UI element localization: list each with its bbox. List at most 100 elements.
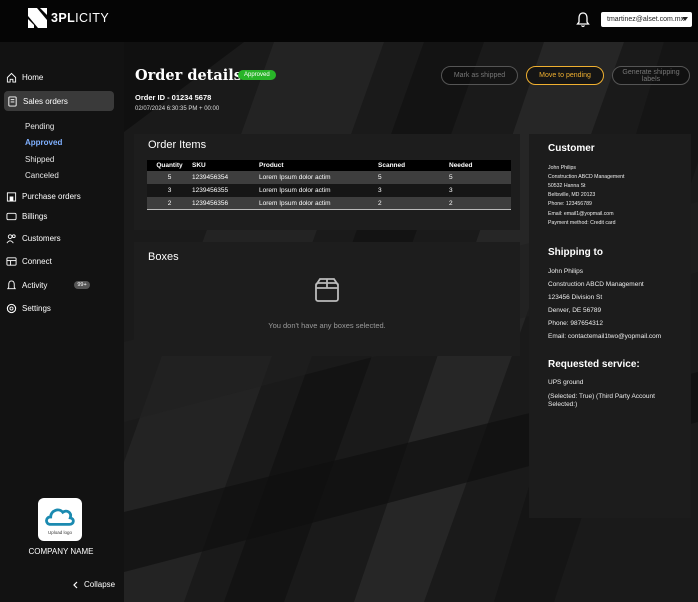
user-account-select[interactable]: tmartinez@alset.com.mx xyxy=(601,12,692,27)
sidebar-item-connect[interactable]: Connect xyxy=(6,251,52,271)
customer-info-card: Customer John Philips Construction ABCD … xyxy=(529,134,691,518)
sidebar-item-label: Connect xyxy=(22,256,52,266)
home-icon xyxy=(6,72,17,83)
warehouse-icon xyxy=(6,191,17,202)
column-header: Needed xyxy=(449,162,473,169)
upload-logo-caption: Upload logo xyxy=(47,530,73,535)
sidebar-subitem-pending[interactable]: Pending xyxy=(25,122,54,131)
main-content: Order details Approved Order ID - 01234 … xyxy=(124,42,698,602)
column-header: Scanned xyxy=(378,162,406,169)
cell-needed: 3 xyxy=(449,187,453,194)
cell-quantity: 2 xyxy=(167,199,172,207)
table-row[interactable]: 5 1239456354 Lorem Ipsum dolor actim 5 5 xyxy=(147,171,511,184)
order-items-card: Order Items Quantity SKU Product Scanned… xyxy=(134,134,520,230)
shipping-line: John Philips xyxy=(548,268,584,275)
sidebar: Home Sales orders Pending Approved Shipp… xyxy=(0,42,124,602)
shipping-line: 123456 Division St xyxy=(548,294,603,301)
logo-mark-icon xyxy=(28,8,47,28)
boxes-card: Boxes You don't have any boxes selected. xyxy=(134,242,520,356)
chevron-left-icon xyxy=(73,581,78,588)
cloud-upload-icon xyxy=(45,508,75,526)
users-icon xyxy=(6,233,16,243)
generate-shipping-labels-button[interactable]: Generate shipping labels xyxy=(612,66,690,85)
box-icon xyxy=(315,278,339,302)
shipping-line: Denver, DE 56789 xyxy=(548,307,602,314)
sidebar-item-label: Home xyxy=(22,72,44,82)
column-header: Quantity xyxy=(156,162,183,169)
sidebar-item-home[interactable]: Home xyxy=(6,67,43,87)
logo-text-thin: ICITY xyxy=(75,11,110,25)
shipping-title: Shipping to xyxy=(548,247,603,258)
sidebar-item-label: Customers xyxy=(22,233,61,243)
notification-bell-icon[interactable] xyxy=(576,12,590,28)
collapse-label: Collapse xyxy=(84,580,116,589)
table-header: Quantity SKU Product Scanned Needed xyxy=(147,160,511,171)
cell-scanned: 5 xyxy=(378,174,382,181)
cell-sku: 1239456354 xyxy=(192,174,229,181)
top-bar: 3PLICITY tmartinez@alset.com.mx xyxy=(0,0,698,42)
cell-product: Lorem Ipsum dolor actim xyxy=(259,187,331,194)
user-email: tmartinez@alset.com.mx xyxy=(607,16,685,23)
activity-count-badge: 99+ xyxy=(74,281,90,289)
sidebar-item-label: Sales orders xyxy=(23,96,68,106)
upload-logo-button[interactable]: Upload logo xyxy=(38,498,82,541)
table-row[interactable]: 2 1239456356 Lorem Ipsum dolor actim 2 2 xyxy=(147,197,511,210)
gear-icon xyxy=(6,303,17,313)
cell-quantity: 3 xyxy=(167,187,172,194)
sidebar-item-purchase-orders[interactable]: Purchase orders xyxy=(6,186,81,206)
customer-line: Email: email1@yopmail.com xyxy=(548,211,614,217)
connect-icon xyxy=(6,256,17,266)
sidebar-subitem-canceled[interactable]: Canceled xyxy=(25,171,59,180)
sidebar-subitem-approved[interactable]: Approved xyxy=(25,138,62,147)
boxes-title: Boxes xyxy=(148,251,179,263)
logo-text-bold: 3PL xyxy=(51,11,76,25)
sidebar-item-settings[interactable]: Settings xyxy=(6,298,51,318)
sidebar-item-label: Settings xyxy=(22,303,51,313)
cell-product: Lorem Ipsum dolor actim xyxy=(259,199,331,207)
cell-needed: 2 xyxy=(449,199,453,207)
sidebar-item-customers[interactable]: Customers xyxy=(6,228,61,248)
shipping-line: Construction ABCD Management xyxy=(548,281,644,288)
company-name: COMPANY NAME xyxy=(28,547,94,556)
sidebar-item-label: Billings xyxy=(22,211,48,221)
cell-sku: 1239456356 xyxy=(192,199,229,207)
sidebar-item-label: Purchase orders xyxy=(22,191,81,201)
sidebar-item-sales-orders[interactable]: Sales orders xyxy=(4,91,114,111)
order-id: Order ID - 01234 5678 xyxy=(135,93,212,102)
cell-quantity: 5 xyxy=(167,174,172,181)
order-items-title: Order Items xyxy=(148,139,207,151)
mark-as-shipped-button[interactable]: Mark as shipped xyxy=(441,66,518,85)
cell-scanned: 3 xyxy=(378,187,382,194)
table-row[interactable]: 3 1239456355 Lorem Ipsum dolor actim 3 3 xyxy=(147,184,511,197)
cell-scanned: 2 xyxy=(378,199,382,207)
customer-line: John Philips xyxy=(548,165,576,171)
service-line: UPS ground xyxy=(548,379,584,386)
cell-needed: 5 xyxy=(449,174,453,181)
requested-service-title: Requested service: xyxy=(548,359,640,370)
column-header: SKU xyxy=(192,162,206,169)
order-date: 02/07/2024 6:30:35 PM + 00:00 xyxy=(135,106,220,112)
sidebar-subitem-shipped[interactable]: Shipped xyxy=(25,155,54,164)
move-to-pending-button[interactable]: Move to pending xyxy=(526,66,604,85)
chevron-down-icon xyxy=(682,17,688,21)
customer-title: Customer xyxy=(548,143,595,154)
cell-product: Lorem Ipsum dolor actim xyxy=(259,174,331,181)
column-header: Product xyxy=(259,162,284,169)
document-icon xyxy=(8,95,17,107)
service-line: (Selected: True) (Third Party Account Se… xyxy=(548,393,655,408)
logo-text: 3PLICITY xyxy=(51,11,109,25)
sidebar-item-billings[interactable]: Billings xyxy=(6,206,47,226)
status-badge: Approved xyxy=(238,70,276,80)
bell-icon xyxy=(6,279,17,289)
empty-boxes-message: You don't have any boxes selected. xyxy=(268,321,386,330)
app-logo[interactable]: 3PLICITY xyxy=(28,8,109,28)
customer-line: Construction ABCD Management xyxy=(548,174,625,180)
customer-line: Phone: 123456789 xyxy=(548,201,592,207)
order-items-table: Quantity SKU Product Scanned Needed 5 12… xyxy=(147,160,511,210)
shipping-line: Email: contactemail1two@yopmail.com xyxy=(548,333,662,340)
billing-icon xyxy=(6,212,17,220)
sidebar-item-activity[interactable]: Activity 99+ xyxy=(6,275,90,295)
collapse-button[interactable]: Collapse xyxy=(72,580,115,589)
page-title: Order details xyxy=(135,67,242,84)
customer-line: 50532 Hanna St xyxy=(548,183,586,189)
